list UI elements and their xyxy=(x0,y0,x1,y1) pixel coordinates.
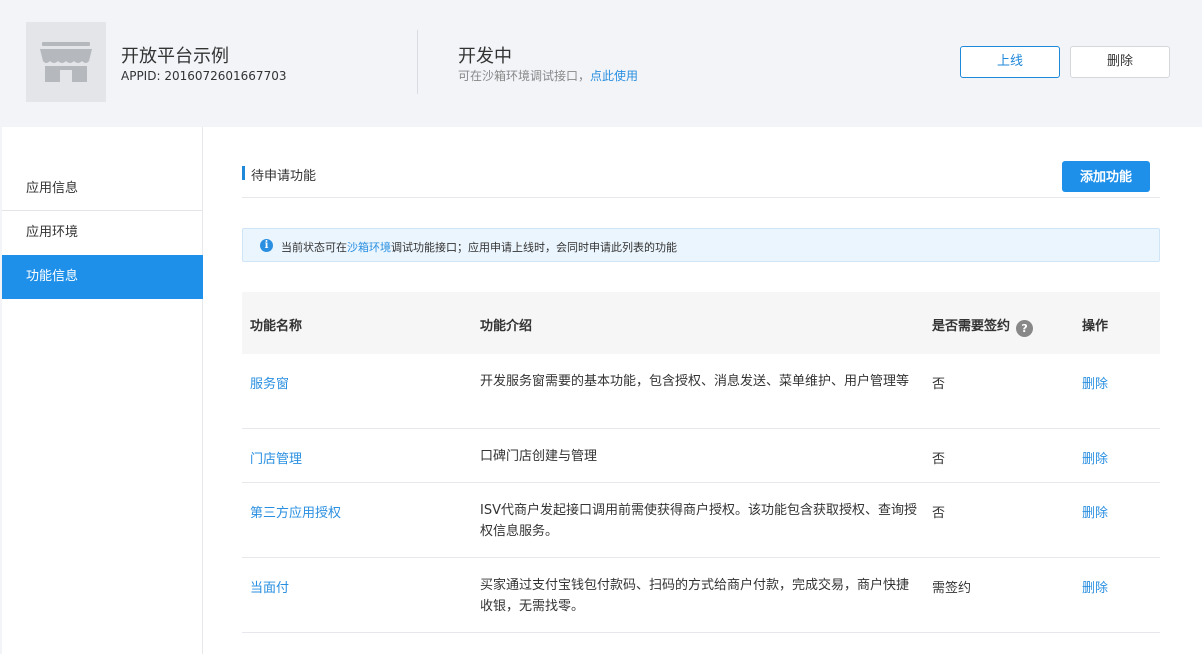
table-row: 服务窗 开发服务窗需要的基本功能，包含授权、消息发送、菜单维护、用户管理等 否 … xyxy=(242,354,1160,429)
main-content: 待申请功能 添加功能 i 当前状态可在沙箱环境调试功能接口；应用申请上线时，会同… xyxy=(242,127,1160,654)
feature-sign: 否 xyxy=(932,377,946,392)
sandbox-link[interactable]: 点此使用 xyxy=(590,69,638,83)
delete-app-button[interactable]: 删除 xyxy=(1070,46,1170,78)
content-panel: 应用信息 应用环境 功能信息 待申请功能 添加功能 i 当前状态可在沙箱环境调试… xyxy=(2,127,1202,654)
table-row: 第三方应用授权 ISV代商户发起接口调用前需使获得商户授权。该功能包含获取授权、… xyxy=(242,483,1160,558)
sidebar-item-app-env[interactable]: 应用环境 xyxy=(2,211,203,255)
feature-desc: ISV代商户发起接口调用前需使获得商户授权。该功能包含获取授权、查询授权信息服务… xyxy=(480,503,917,539)
section-accent-bar xyxy=(242,166,245,180)
header-divider xyxy=(417,30,418,94)
table-header: 功能名称 功能介绍 是否需要签约? 操作 xyxy=(242,292,1160,354)
feature-name-link[interactable]: 服务窗 xyxy=(250,373,289,392)
table-row: 门店管理 口碑门店创建与管理 否 删除 xyxy=(242,429,1160,483)
delete-feature-link[interactable]: 删除 xyxy=(1082,373,1108,392)
header-sign: 是否需要签约? xyxy=(932,315,1034,337)
sidebar: 应用信息 应用环境 功能信息 xyxy=(2,127,203,654)
app-name: 开放平台示例 xyxy=(121,46,229,67)
app-logo xyxy=(26,22,106,102)
status-desc-text: 可在沙箱环境调试接口， xyxy=(458,69,591,83)
status-title: 开发中 xyxy=(458,46,512,67)
header-desc: 功能介绍 xyxy=(480,319,533,334)
header-sign-label: 是否需要签约 xyxy=(932,319,1011,334)
sidebar-item-app-info[interactable]: 应用信息 xyxy=(2,167,203,211)
feature-desc: 买家通过支付宝钱包付款码、扫码的方式给商户付款，完成交易，商户快捷收银，无需找零… xyxy=(480,578,910,614)
notice-text: 当前状态可在沙箱环境调试功能接口；应用申请上线时，会同时申请此列表的功能 xyxy=(281,239,677,255)
feature-desc: 开发服务窗需要的基本功能，包含授权、消息发送、菜单维护、用户管理等 xyxy=(480,374,910,389)
notice-sandbox-link[interactable]: 沙箱环境 xyxy=(347,241,391,254)
feature-name-link[interactable]: 当面付 xyxy=(250,577,289,596)
feature-name-link[interactable]: 门店管理 xyxy=(250,448,302,467)
add-feature-button[interactable]: 添加功能 xyxy=(1062,161,1150,192)
info-icon: i xyxy=(260,239,273,252)
sidebar-item-feature-info[interactable]: 功能信息 xyxy=(2,255,203,299)
table-row: 当面付 买家通过支付宝钱包付款码、扫码的方式给商户付款，完成交易，商户快捷收银，… xyxy=(242,558,1160,633)
header-op: 操作 xyxy=(1082,319,1109,334)
help-icon[interactable]: ? xyxy=(1016,320,1034,337)
notice-banner: i 当前状态可在沙箱环境调试功能接口；应用申请上线时，会同时申请此列表的功能 xyxy=(242,228,1160,262)
header-name: 功能名称 xyxy=(250,319,303,334)
feature-table: 功能名称 功能介绍 是否需要签约? 操作 服务窗 开发服务窗需要的基本功能，包含… xyxy=(242,292,1160,633)
delete-feature-link[interactable]: 删除 xyxy=(1082,502,1108,521)
notice-text-part2: 调试功能接口；应用申请上线时，会同时申请此列表的功能 xyxy=(391,241,677,254)
feature-sign: 否 xyxy=(932,506,946,521)
app-id: APPID: 2016072601667703 xyxy=(121,69,287,83)
feature-sign: 需签约 xyxy=(932,581,972,596)
app-header: 开放平台示例 APPID: 2016072601667703 开发中 可在沙箱环… xyxy=(0,0,1202,127)
feature-sign: 否 xyxy=(932,452,946,467)
online-button[interactable]: 上线 xyxy=(960,46,1060,78)
feature-name-link[interactable]: 第三方应用授权 xyxy=(250,502,341,521)
feature-desc: 口碑门店创建与管理 xyxy=(480,449,598,464)
section-header: 待申请功能 添加功能 xyxy=(242,161,1160,198)
section-title: 待申请功能 xyxy=(251,169,317,184)
delete-feature-link[interactable]: 删除 xyxy=(1082,448,1108,467)
delete-feature-link[interactable]: 删除 xyxy=(1082,577,1108,596)
store-icon xyxy=(40,42,92,82)
status-desc: 可在沙箱环境调试接口，点此使用 xyxy=(458,67,638,84)
notice-text-part1: 当前状态可在 xyxy=(281,241,347,254)
